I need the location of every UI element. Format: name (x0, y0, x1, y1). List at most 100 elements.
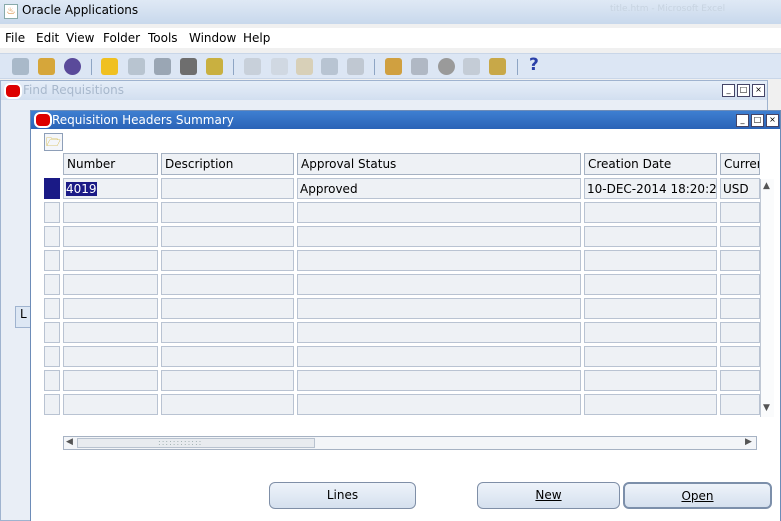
new-record-icon[interactable] (12, 58, 29, 75)
delete-icon[interactable] (347, 58, 364, 75)
find-icon[interactable] (38, 58, 55, 75)
close-icon[interactable]: × (752, 84, 765, 97)
new-button[interactable]: New (477, 482, 620, 509)
navigator-icon[interactable] (64, 58, 81, 75)
cell-currency[interactable] (720, 250, 760, 271)
cell-approval-status[interactable] (297, 226, 581, 247)
cell-number[interactable]: 4019 (63, 178, 158, 199)
cell-creation-date[interactable] (584, 202, 717, 223)
cell-description[interactable] (161, 322, 294, 343)
menu-tools[interactable]: Tools (148, 31, 178, 45)
zoom-icon[interactable] (411, 58, 428, 75)
paste-icon[interactable] (296, 58, 313, 75)
menu-window[interactable]: Window (189, 31, 236, 45)
scroll-right-icon[interactable]: ▶ (745, 437, 752, 447)
cell-approval-status[interactable] (297, 250, 581, 271)
cell-description[interactable] (161, 370, 294, 391)
row-selector[interactable] (44, 202, 60, 223)
scroll-down-icon[interactable]: ▼ (763, 403, 770, 413)
column-header-approval-status[interactable]: Approval Status (297, 153, 581, 175)
scroll-left-icon[interactable]: ◀ (66, 437, 73, 447)
row-selector[interactable] (44, 394, 60, 415)
cell-approval-status[interactable] (297, 346, 581, 367)
row-selector[interactable] (44, 178, 60, 199)
cell-number[interactable] (63, 274, 158, 295)
cut-icon[interactable] (244, 58, 261, 75)
cell-creation-date[interactable] (584, 274, 717, 295)
cell-description[interactable] (161, 202, 294, 223)
cell-approval-status[interactable] (297, 322, 581, 343)
menu-view[interactable]: View (66, 31, 94, 45)
cell-number[interactable] (63, 226, 158, 247)
lines-button[interactable]: Lines (269, 482, 416, 509)
cell-creation-date[interactable] (584, 298, 717, 319)
cell-creation-date[interactable] (584, 226, 717, 247)
scroll-thumb[interactable]: :::::::::::: (77, 438, 315, 448)
cell-number[interactable] (63, 346, 158, 367)
cell-description[interactable] (161, 226, 294, 247)
cell-number[interactable] (63, 394, 158, 415)
cell-number[interactable] (63, 298, 158, 319)
row-selector[interactable] (44, 346, 60, 367)
cell-currency[interactable] (720, 202, 760, 223)
cell-number[interactable] (63, 250, 158, 271)
cell-creation-date[interactable] (584, 346, 717, 367)
cell-description[interactable] (161, 178, 294, 199)
translations-icon[interactable] (438, 58, 455, 75)
row-selector[interactable] (44, 298, 60, 319)
menu-help[interactable]: Help (243, 31, 270, 45)
row-selector[interactable] (44, 322, 60, 343)
cell-approval-status[interactable] (297, 370, 581, 391)
column-header-number[interactable]: Number (63, 153, 158, 175)
cell-approval-status[interactable] (297, 298, 581, 319)
cell-description[interactable] (161, 394, 294, 415)
menu-edit[interactable]: Edit (36, 31, 59, 45)
cell-currency[interactable] (720, 298, 760, 319)
cell-currency[interactable] (720, 394, 760, 415)
horizontal-scrollbar[interactable]: ◀ :::::::::::: ▶ (63, 436, 757, 450)
cell-creation-date[interactable] (584, 370, 717, 391)
cell-approval-status[interactable] (297, 394, 581, 415)
cell-description[interactable] (161, 298, 294, 319)
open-folder-icon[interactable]: 🗁 (44, 133, 63, 151)
maximize-icon[interactable]: □ (737, 84, 750, 97)
cell-currency[interactable] (720, 346, 760, 367)
column-header-description[interactable]: Description (161, 153, 294, 175)
row-selector[interactable] (44, 226, 60, 247)
cell-number[interactable] (63, 202, 158, 223)
switch-responsibility-icon[interactable] (154, 58, 171, 75)
vertical-scrollbar[interactable]: ▲ ▼ (760, 179, 774, 417)
cell-currency[interactable] (720, 370, 760, 391)
cell-currency[interactable] (720, 274, 760, 295)
cell-description[interactable] (161, 250, 294, 271)
cell-creation-date[interactable] (584, 250, 717, 271)
cell-approval-status[interactable] (297, 274, 581, 295)
cell-currency[interactable]: USD (720, 178, 760, 199)
cell-approval-status[interactable]: Approved (297, 178, 581, 199)
row-selector[interactable] (44, 250, 60, 271)
row-selector[interactable] (44, 370, 60, 391)
maximize-icon[interactable]: □ (751, 114, 764, 127)
menu-file[interactable]: File (5, 31, 25, 45)
row-selector[interactable] (44, 274, 60, 295)
scroll-up-icon[interactable]: ▲ (763, 181, 770, 191)
cell-creation-date[interactable] (584, 394, 717, 415)
cell-description[interactable] (161, 346, 294, 367)
cell-approval-status[interactable] (297, 202, 581, 223)
folder-tools-icon[interactable] (489, 58, 506, 75)
attachments-icon[interactable] (463, 58, 480, 75)
cell-currency[interactable] (720, 226, 760, 247)
next-step-icon[interactable] (128, 58, 145, 75)
close-form-icon[interactable] (206, 58, 223, 75)
cell-currency[interactable] (720, 322, 760, 343)
column-header-creation-date[interactable]: Creation Date (584, 153, 717, 175)
close-icon[interactable]: × (766, 114, 779, 127)
edit-field-icon[interactable] (385, 58, 402, 75)
help-icon[interactable]: ? (529, 55, 539, 75)
minimize-icon[interactable]: _ (736, 114, 749, 127)
cell-number[interactable] (63, 370, 158, 391)
cell-creation-date[interactable]: 10-DEC-2014 18:20:28 (584, 178, 717, 199)
save-icon[interactable] (101, 58, 118, 75)
cell-number[interactable] (63, 322, 158, 343)
copy-icon[interactable] (271, 58, 288, 75)
